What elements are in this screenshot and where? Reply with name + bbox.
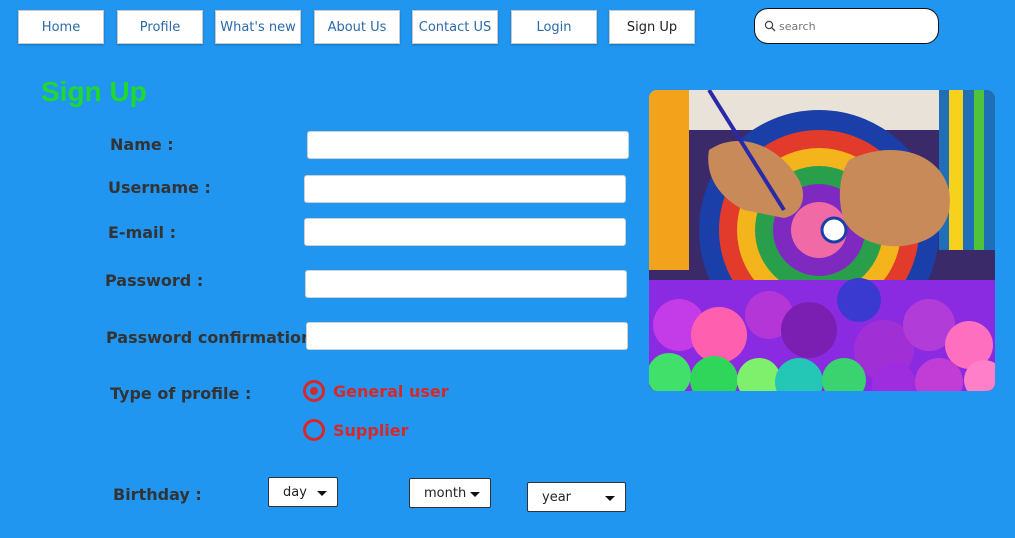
name-input[interactable]: [307, 131, 629, 159]
nav-whats-new[interactable]: What's new: [215, 10, 301, 44]
nav-contact-us[interactable]: Contact US: [412, 10, 498, 44]
nav-home[interactable]: Home: [18, 10, 104, 44]
nav-profile[interactable]: Profile: [117, 10, 203, 44]
search-input[interactable]: [779, 19, 929, 33]
name-label: Name :: [110, 135, 174, 154]
day-select-value: day: [283, 484, 307, 500]
profile-type-label: Type of profile :: [110, 384, 252, 403]
search-box[interactable]: [754, 8, 939, 44]
password-confirm-input[interactable]: [306, 322, 628, 350]
email-input[interactable]: [304, 218, 626, 246]
username-input[interactable]: [304, 175, 626, 203]
month-select-value: month: [424, 485, 467, 501]
search-icon: [764, 20, 776, 32]
chevron-down-icon: [317, 491, 327, 496]
general-user-radio[interactable]: [303, 380, 325, 402]
password-label: Password :: [105, 271, 204, 290]
password-input[interactable]: [305, 270, 627, 298]
nav-about-us[interactable]: About Us: [314, 10, 400, 44]
supplier-label[interactable]: Supplier: [333, 421, 409, 440]
year-select-value: year: [542, 489, 572, 505]
chevron-down-icon: [605, 496, 615, 501]
birthday-label: Birthday :: [113, 485, 202, 504]
nav-sign-up[interactable]: Sign Up: [609, 10, 695, 44]
nav-login[interactable]: Login: [511, 10, 597, 44]
username-label: Username :: [108, 178, 211, 197]
supplier-radio[interactable]: [303, 419, 325, 441]
page-title: Sign Up: [41, 76, 147, 107]
day-select[interactable]: day: [268, 477, 338, 507]
chevron-down-icon: [470, 492, 480, 497]
craft-photo: [649, 90, 995, 391]
month-select[interactable]: month: [409, 478, 491, 508]
general-user-label[interactable]: General user: [333, 382, 449, 401]
email-label: E-mail :: [108, 223, 176, 242]
year-select[interactable]: year: [527, 482, 626, 512]
password-confirm-label: Password confirmation :: [106, 328, 325, 347]
